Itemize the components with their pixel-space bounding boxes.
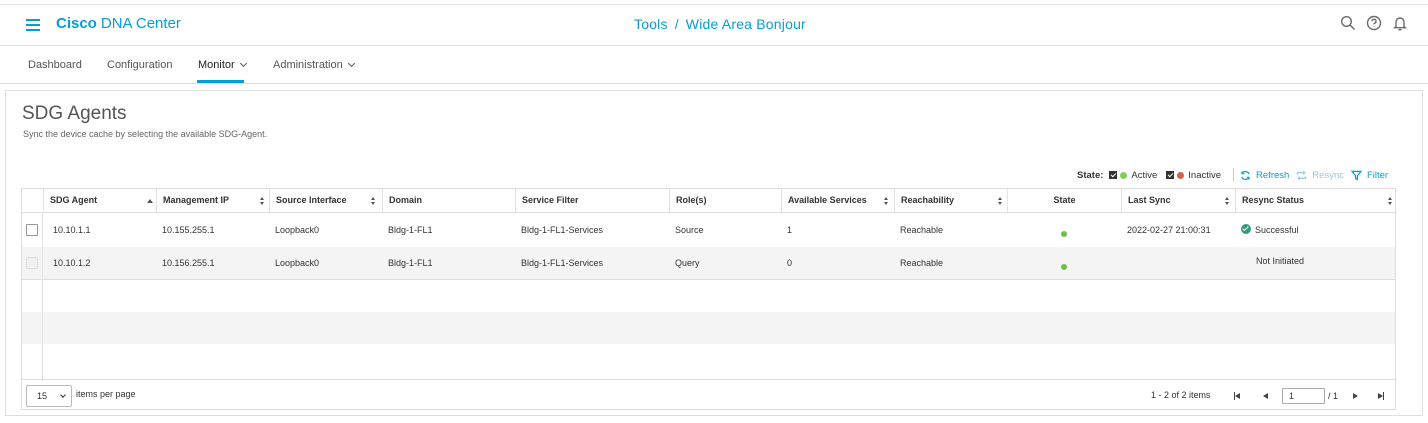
- nav-monitor[interactable]: Monitor: [198, 59, 247, 71]
- pagination-bar: 15 items per page 1 - 2 of 2 items / 1: [21, 380, 1396, 410]
- empty-row: [22, 312, 1395, 344]
- header-reachability[interactable]: Reachability: [894, 189, 1007, 213]
- cell-sdg-agent: 10.10.1.2: [53, 258, 91, 268]
- page-number-input[interactable]: [1282, 388, 1325, 404]
- sort-ascending-icon: [147, 199, 153, 203]
- nav-bar: Dashboard Configuration Monitor Administ…: [0, 46, 1428, 84]
- cell-management-ip: 10.156.255.1: [162, 258, 215, 268]
- active-checkbox[interactable]: [1109, 171, 1118, 179]
- header-available-services[interactable]: Available Services: [781, 189, 894, 213]
- items-per-page-select[interactable]: 15: [26, 385, 72, 407]
- cell-service-filter: Bldg-1-FL1-Services: [521, 225, 604, 235]
- top-bar: Cisco DNA Center Tools / Wide Area Bonjour: [0, 4, 1428, 46]
- state-filter-label: State:: [1077, 169, 1104, 181]
- active-label: Active: [1131, 169, 1158, 181]
- next-page-icon: [1352, 393, 1358, 399]
- last-page-button[interactable]: [1371, 389, 1391, 403]
- header-state: State: [1007, 189, 1121, 213]
- page-subtitle: Sync the device cache by selecting the a…: [23, 129, 268, 139]
- resync-button[interactable]: Resync: [1296, 170, 1344, 181]
- filter-button[interactable]: Filter: [1350, 170, 1388, 181]
- cell-management-ip: 10.155.255.1: [162, 225, 215, 235]
- previous-page-button[interactable]: [1255, 389, 1275, 403]
- cell-source-interface: Loopback0: [275, 258, 320, 268]
- sort-icon: [260, 197, 265, 205]
- header-resync-status[interactable]: Resync Status: [1235, 189, 1397, 213]
- success-check-icon: [1241, 224, 1251, 234]
- items-count: 1 - 2 of 2 items: [1151, 390, 1211, 400]
- nav-dashboard[interactable]: Dashboard: [28, 59, 82, 71]
- total-pages: / 1: [1328, 391, 1339, 401]
- cell-resync-status: Successful: [1235, 214, 1299, 247]
- breadcrumb: Tools / Wide Area Bonjour: [634, 16, 806, 32]
- search-icon[interactable]: [1340, 15, 1356, 36]
- cell-domain: Bldg-1-FL1: [388, 258, 433, 268]
- items-per-page-label: items per page: [76, 389, 136, 399]
- cell-available-services: 0: [787, 258, 793, 268]
- cell-source-interface: Loopback0: [275, 225, 320, 235]
- filter-icon: [1350, 170, 1362, 181]
- inactive-checkbox[interactable]: [1166, 171, 1175, 179]
- cell-available-services: 1: [787, 225, 793, 235]
- refresh-icon: [1241, 170, 1250, 180]
- table-row[interactable]: 10.10.1.1 10.155.255.1 Loopback0 Bldg-1-…: [22, 214, 1395, 247]
- cell-resync-status: Not Initiated: [1256, 256, 1305, 266]
- table-header: SDG Agent Management IP Source Interface…: [22, 189, 1395, 213]
- help-icon[interactable]: [1366, 15, 1382, 36]
- chevron-down-icon: [60, 392, 66, 398]
- sort-icon: [1388, 197, 1393, 205]
- resync-icon: [1297, 170, 1307, 180]
- table-toolbar: State: Active Inactive Refresh Resync Fi…: [1077, 168, 1395, 182]
- active-tab-indicator: [197, 80, 244, 83]
- row-checkbox[interactable]: [26, 257, 38, 269]
- cell-last-sync: [1121, 247, 1127, 280]
- cell-last-sync: 2022-02-27 21:00:31: [1127, 225, 1211, 235]
- next-page-button[interactable]: [1345, 389, 1365, 403]
- cell-domain: Bldg-1-FL1: [388, 225, 433, 235]
- inactive-label: Inactive: [1188, 169, 1222, 181]
- column-divider: [42, 213, 43, 381]
- nav-configuration[interactable]: Configuration: [107, 59, 172, 71]
- toolbar-divider: [1233, 168, 1235, 182]
- sort-icon: [884, 197, 889, 205]
- sort-icon: [371, 197, 376, 205]
- cell-service-filter: Bldg-1-FL1-Services: [521, 258, 604, 268]
- state-active-dot: [1061, 231, 1067, 237]
- cell-reachability: Reachable: [900, 225, 944, 235]
- nav-administration[interactable]: Administration: [273, 59, 355, 71]
- sort-icon: [1225, 197, 1230, 205]
- cell-role: Source: [675, 225, 704, 235]
- previous-page-icon: [1262, 393, 1268, 399]
- refresh-button[interactable]: Refresh: [1240, 170, 1289, 181]
- cell-role: Query: [675, 258, 700, 268]
- chevron-down-icon: [347, 59, 355, 68]
- inactive-status-dot: [1177, 171, 1185, 179]
- header-last-sync[interactable]: Last Sync: [1121, 189, 1235, 213]
- header-service-filter: Service Filter: [515, 189, 669, 213]
- active-status-dot: [1120, 171, 1128, 179]
- row-divider: [22, 279, 1395, 280]
- state-active-dot: [1061, 264, 1067, 270]
- bell-icon[interactable]: [1392, 15, 1408, 36]
- breadcrumb-current: Wide Area Bonjour: [685, 16, 806, 32]
- page-title: SDG Agents: [22, 103, 127, 124]
- header-domain: Domain: [382, 189, 515, 213]
- menu-icon[interactable]: [26, 19, 40, 31]
- app-brand[interactable]: Cisco DNA Center: [56, 15, 181, 32]
- cell-sdg-agent: 10.10.1.1: [53, 225, 91, 235]
- row-checkbox[interactable]: [26, 224, 38, 236]
- sdg-agents-table: SDG Agent Management IP Source Interface…: [21, 188, 1396, 381]
- header-select: [22, 189, 43, 213]
- header-sdg-agent[interactable]: SDG Agent: [43, 189, 156, 213]
- chevron-down-icon: [239, 59, 247, 68]
- header-source-interface[interactable]: Source Interface: [269, 189, 382, 213]
- sort-icon: [998, 197, 1003, 205]
- cell-reachability: Reachable: [900, 258, 944, 268]
- header-management-ip[interactable]: Management IP: [156, 189, 269, 213]
- first-page-button[interactable]: [1227, 389, 1247, 403]
- breadcrumb-tools[interactable]: Tools: [634, 16, 668, 32]
- header-roles: Role(s): [669, 189, 781, 213]
- table-row[interactable]: 10.10.1.2 10.156.255.1 Loopback0 Bldg-1-…: [22, 247, 1395, 280]
